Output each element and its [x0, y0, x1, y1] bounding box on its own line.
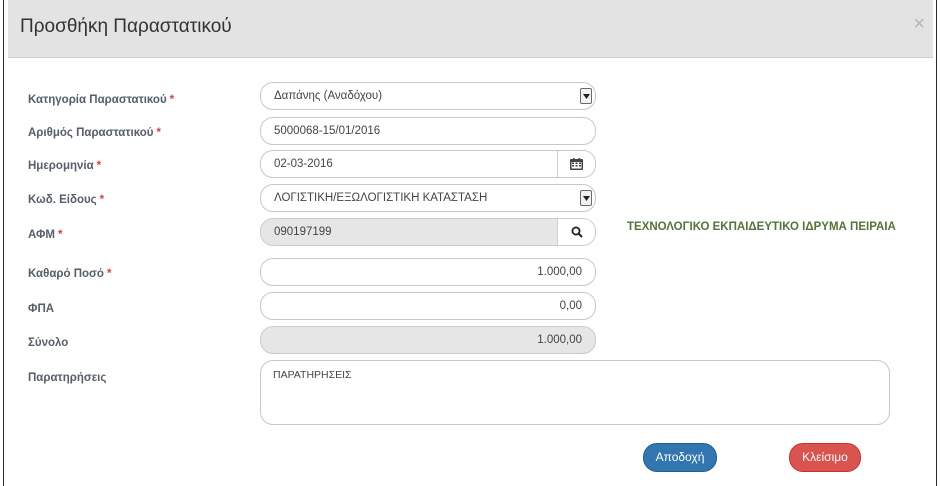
category-select[interactable]: Δαπάνης (Αναδόχου): [260, 82, 596, 110]
organization-name: ΤΕΧΝΟΛΟΓΙΚΟ ΕΚΠΑΙΔΕΥΤΙΚΟ ΙΔΡΥΜΑ ΠΕΙΡΑΙΑ: [627, 221, 896, 233]
close-icon[interactable]: ×: [913, 14, 925, 34]
vat-input[interactable]: 0,00: [260, 292, 596, 320]
afm-label-text: ΑΦΜ: [28, 229, 56, 241]
afm-input[interactable]: 090197199: [260, 218, 596, 246]
doc-number-label: Αριθμός Παραστατικού *: [28, 127, 161, 139]
notes-textarea[interactable]: ΠΑΡΑΤΗΡΗΣΕΙΣ: [260, 360, 890, 425]
net-amount-input[interactable]: 1.000,00: [260, 258, 596, 286]
afm-value: 090197199: [274, 226, 332, 238]
required-marker: *: [58, 229, 63, 241]
vat-value: 0,00: [559, 300, 582, 312]
doc-number-label-text: Αριθμός Παραστατικού: [28, 127, 154, 139]
calendar-button[interactable]: [557, 151, 595, 177]
dropdown-arrow-icon[interactable]: [580, 190, 592, 206]
total-input: 1.000,00: [260, 326, 596, 354]
item-code-label-text: Κωδ. Είδους: [28, 194, 97, 206]
date-label: Ημερομηνία *: [28, 160, 101, 172]
calendar-icon: [570, 158, 583, 170]
date-value: 02-03-2016: [274, 158, 333, 170]
required-marker: *: [96, 160, 102, 172]
accept-button[interactable]: Αποδοχή: [643, 443, 717, 472]
required-marker: *: [156, 127, 161, 139]
background-window-edge-left: [0, 0, 8, 486]
net-amount-value: 1.000,00: [537, 266, 582, 278]
category-label-text: Κατηγορία Παραστατικού: [28, 94, 167, 106]
afm-search-button[interactable]: [557, 219, 595, 245]
doc-number-value: 5000068-15/01/2016: [274, 125, 381, 137]
close-button[interactable]: Κλείσιμο: [789, 443, 861, 472]
net-amount-label-text: Καθαρό Ποσό: [28, 268, 104, 280]
background-window-edge-right: [933, 0, 941, 486]
category-label: Κατηγορία Παραστατικού *: [28, 94, 174, 106]
vat-label-text: ΦΠΑ: [28, 303, 55, 315]
required-marker: *: [169, 94, 175, 106]
total-value: 1.000,00: [537, 334, 582, 346]
net-amount-label: Καθαρό Ποσό *: [28, 268, 111, 280]
item-code-label: Κωδ. Είδους *: [28, 194, 104, 206]
dialog-title: Προσθήκη Παραστατικού: [20, 16, 232, 37]
total-label-text: Σύνολο: [28, 337, 69, 349]
notes-label: Παρατηρήσεις: [28, 372, 106, 384]
doc-number-input[interactable]: 5000068-15/01/2016: [260, 117, 596, 145]
item-code-value: ΛΟΓΙΣΤΙΚΗ/ΕΞΩΛΟΓΙΣΤΙΚΗ ΚΑΤΑΣΤΑΣΗ: [274, 192, 488, 204]
vat-label: ΦΠΑ: [28, 303, 54, 315]
notes-value: ΠΑΡΑΤΗΡΗΣΕΙΣ: [273, 369, 352, 381]
search-icon: [571, 226, 583, 238]
afm-label: ΑΦΜ *: [28, 229, 63, 241]
date-input[interactable]: 02-03-2016: [260, 150, 596, 178]
required-marker: *: [106, 268, 112, 280]
item-code-select[interactable]: ΛΟΓΙΣΤΙΚΗ/ΕΞΩΛΟΓΙΣΤΙΚΗ ΚΑΤΑΣΤΑΣΗ: [260, 184, 596, 212]
notes-label-text: Παρατηρήσεις: [28, 372, 107, 384]
date-label-text: Ημερομηνία: [28, 160, 94, 172]
total-label: Σύνολο: [28, 337, 68, 349]
add-document-dialog: Προσθήκη Παραστατικού × Κατηγορία Παραστ…: [8, 0, 933, 486]
required-marker: *: [99, 194, 105, 206]
category-value: Δαπάνης (Αναδόχου): [274, 90, 383, 102]
dialog-header: Προσθήκη Παραστατικού ×: [8, 0, 933, 58]
dropdown-arrow-icon[interactable]: [580, 88, 592, 104]
